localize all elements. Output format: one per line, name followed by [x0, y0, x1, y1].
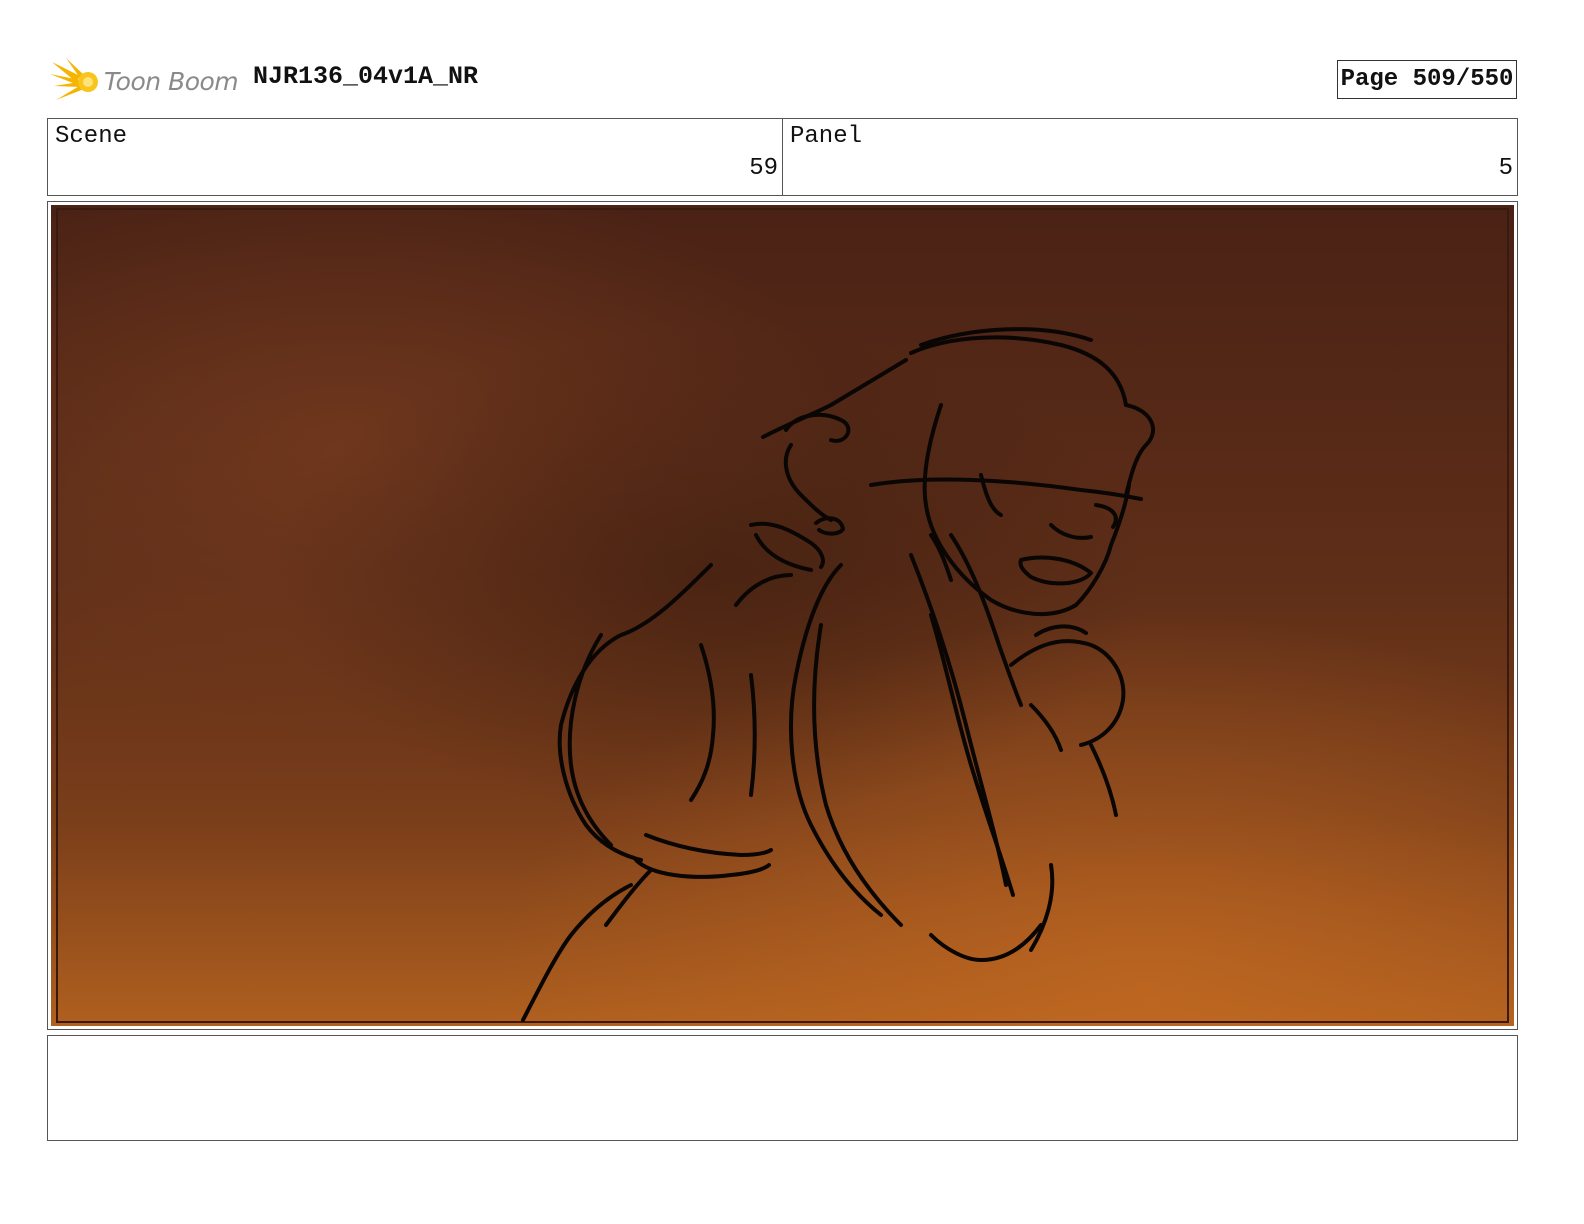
scene-cell: Scene 59	[48, 119, 782, 195]
panel-artwork	[51, 205, 1514, 1026]
scene-label: Scene	[55, 123, 128, 150]
storyboard-frame	[47, 201, 1518, 1030]
scene-number: 59	[749, 155, 778, 182]
panel-label: Panel	[790, 123, 863, 150]
page-indicator: Page 509/550	[1337, 60, 1517, 99]
starburst-icon	[50, 58, 98, 100]
panel-number: 5	[1498, 155, 1513, 182]
panel-cell: Panel 5	[782, 119, 1517, 195]
document-title: NJR136_04v1A_NR	[253, 62, 479, 91]
toon-boom-logo: Toon Boom	[50, 56, 240, 106]
panel-info-row: Scene 59 Panel 5	[47, 118, 1518, 196]
panel-notes-box	[47, 1035, 1518, 1141]
logo-text: Toon Boom	[104, 66, 239, 96]
